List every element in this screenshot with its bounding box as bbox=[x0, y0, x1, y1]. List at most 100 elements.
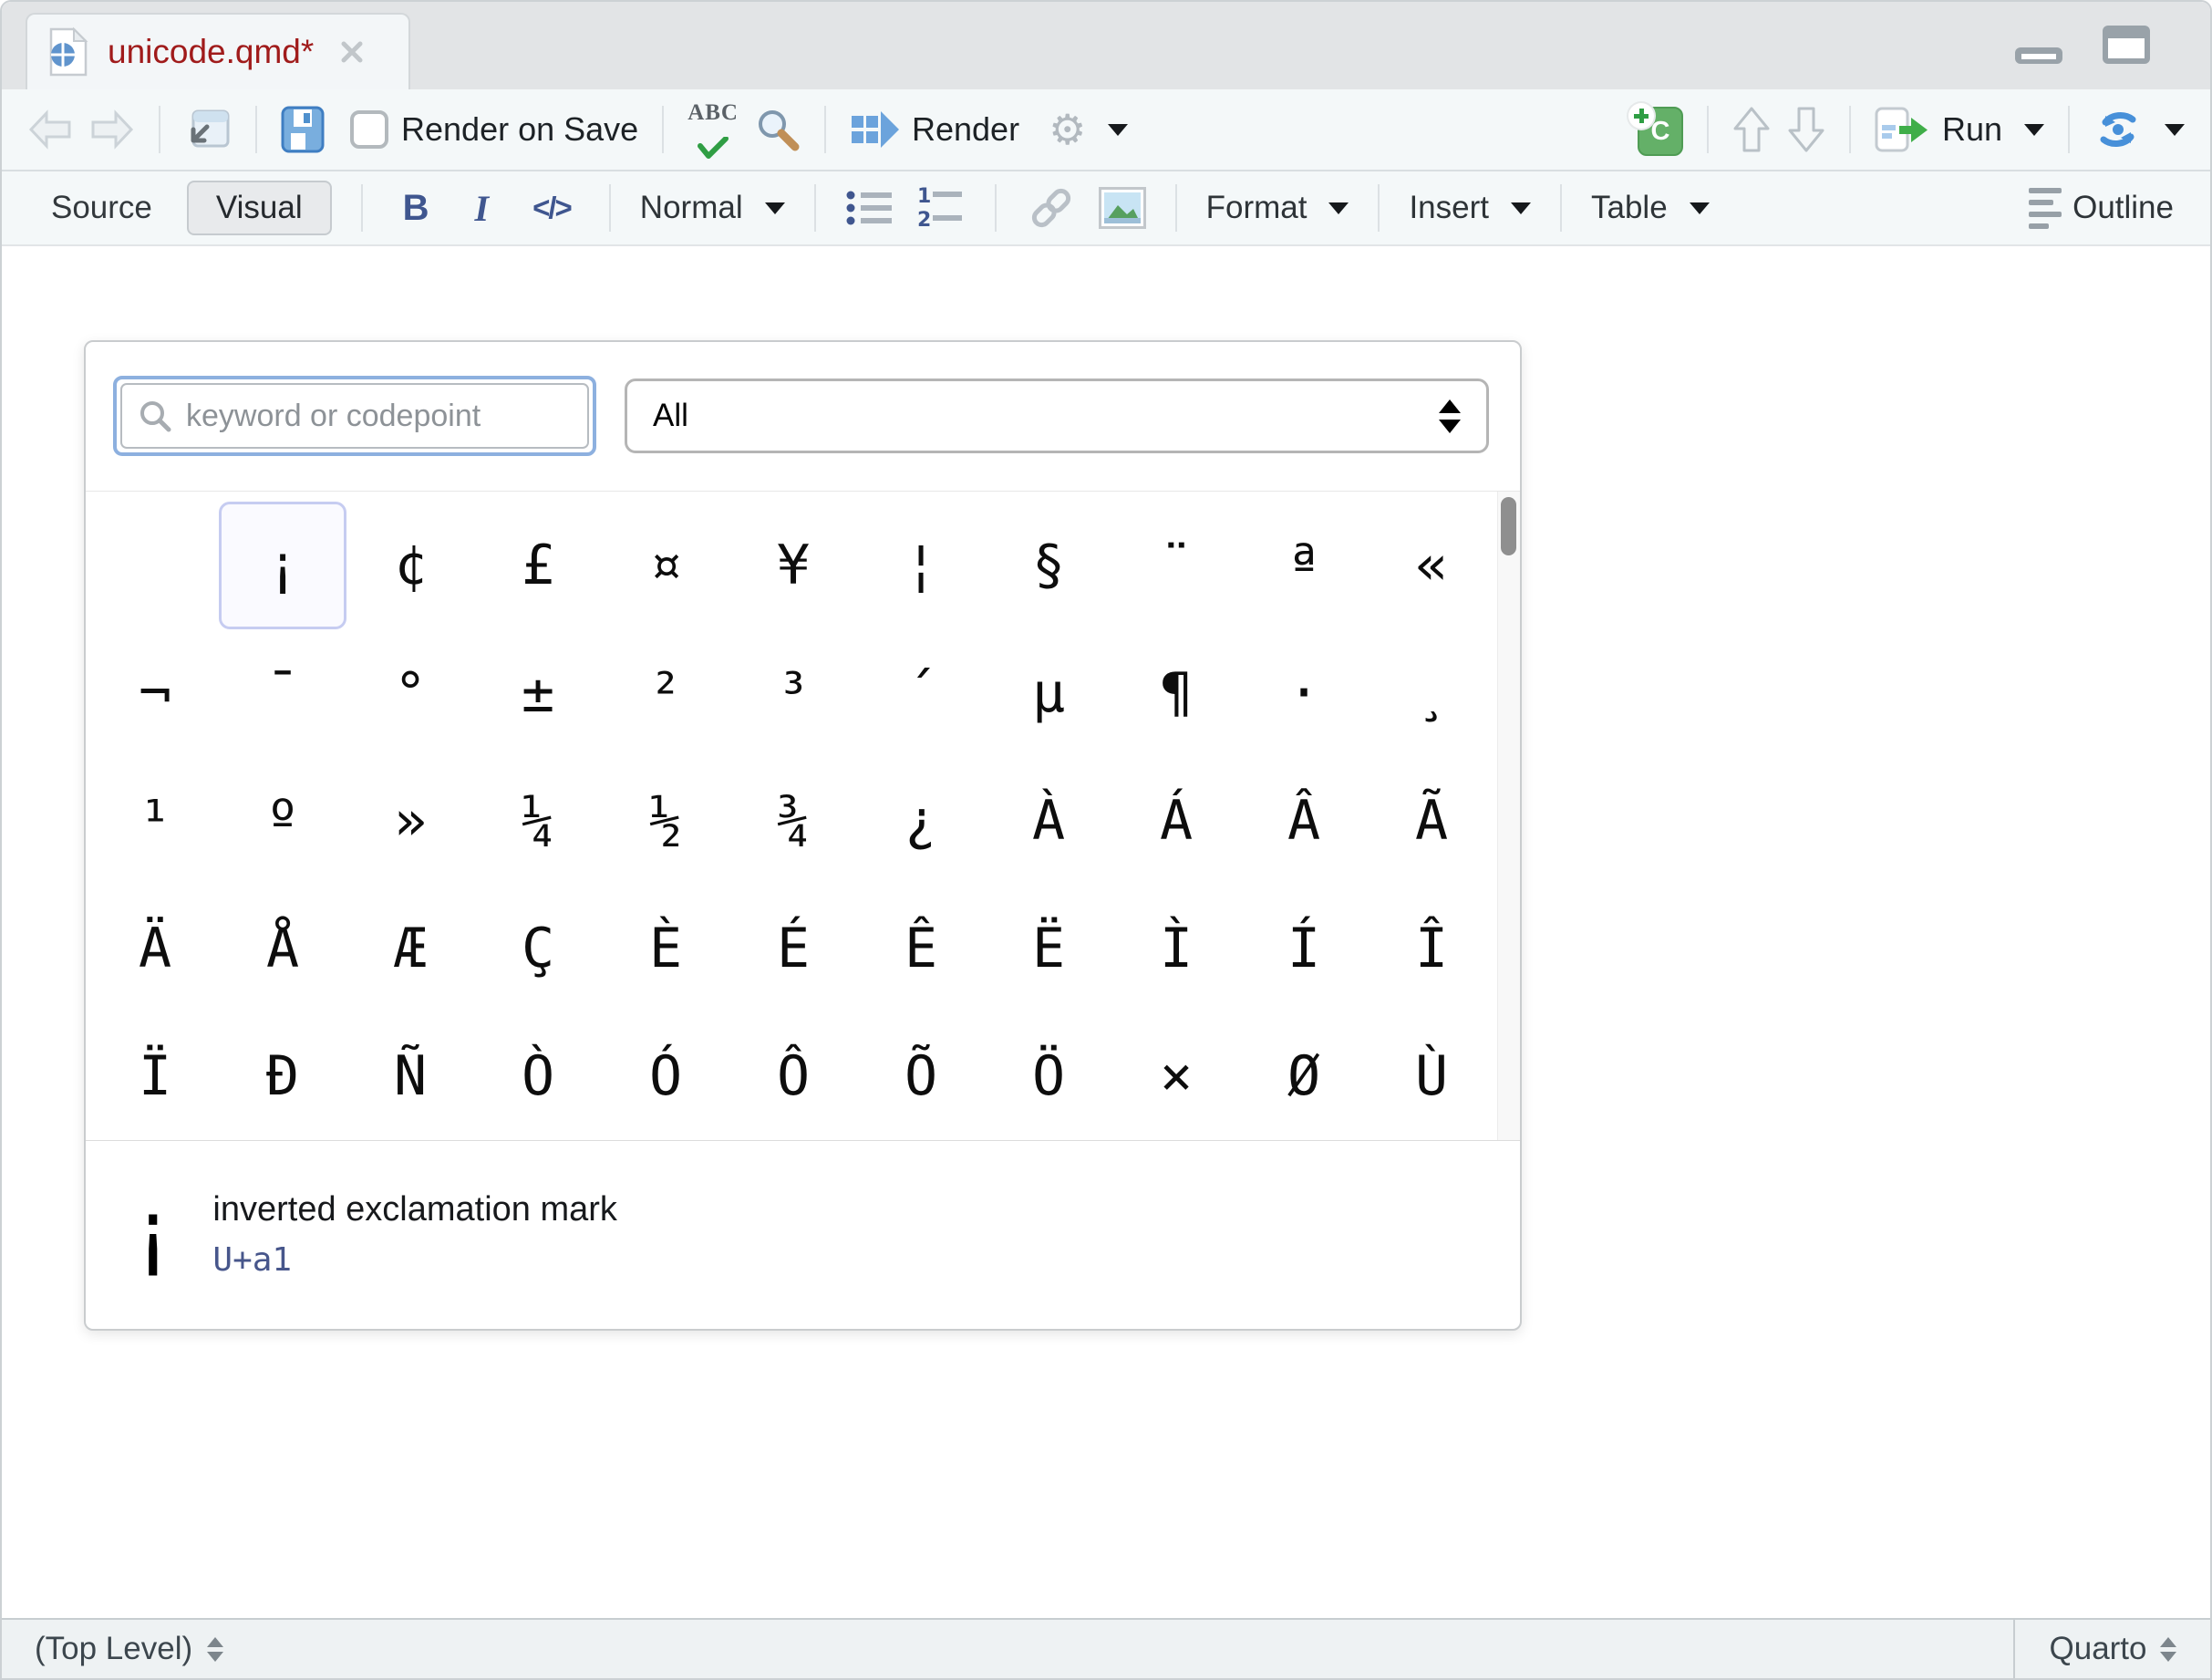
spellcheck-icon[interactable]: ABC bbox=[687, 101, 739, 159]
character-cell[interactable]: ¯ bbox=[219, 629, 346, 757]
symbol-category-select[interactable]: All bbox=[625, 379, 1489, 453]
character-cell[interactable]: ¨ bbox=[1112, 502, 1240, 629]
character-cell[interactable]: ¶ bbox=[1112, 629, 1240, 757]
open-in-new-window-icon[interactable] bbox=[184, 106, 232, 153]
character-cell[interactable]: µ bbox=[985, 629, 1112, 757]
visual-mode-button[interactable]: Visual bbox=[187, 181, 332, 235]
character-cell[interactable]: ½ bbox=[602, 757, 729, 885]
code-button[interactable]: </> bbox=[523, 191, 580, 225]
character-cell[interactable]: Ç bbox=[474, 885, 602, 1012]
character-cell[interactable]: » bbox=[346, 757, 474, 885]
symbol-search-input[interactable] bbox=[184, 398, 571, 435]
character-cell[interactable]: Ö bbox=[985, 1012, 1112, 1140]
character-cell[interactable]: ´ bbox=[857, 629, 985, 757]
scope-selector[interactable]: (Top Level) bbox=[2, 1620, 2013, 1678]
character-cell[interactable]: ² bbox=[602, 629, 729, 757]
run-button[interactable]: Run bbox=[1875, 107, 2044, 152]
character-cell[interactable]: Á bbox=[1112, 757, 1240, 885]
insert-chunk-icon[interactable]: C bbox=[1628, 103, 1683, 156]
character-cell[interactable]: × bbox=[1112, 1012, 1240, 1140]
paragraph-style-dropdown[interactable]: Normal bbox=[640, 190, 785, 226]
italic-button[interactable]: I bbox=[462, 187, 502, 230]
rerun-button[interactable] bbox=[2093, 108, 2185, 151]
status-bar: (Top Level) Quarto bbox=[2, 1618, 2210, 1678]
bullet-list-button[interactable] bbox=[845, 188, 894, 228]
render-options-button[interactable]: ⚙ bbox=[1049, 109, 1128, 150]
character-cell[interactable]: Í bbox=[1240, 885, 1368, 1012]
grid-scrollbar[interactable] bbox=[1497, 492, 1520, 1140]
character-cell[interactable]: ¾ bbox=[729, 757, 857, 885]
render-on-save-checkbox[interactable]: Render on Save bbox=[350, 110, 638, 149]
character-cell[interactable]: Ë bbox=[985, 885, 1112, 1012]
character-cell[interactable]: Ê bbox=[857, 885, 985, 1012]
character-cell[interactable]: Ã bbox=[1368, 757, 1495, 885]
character-cell[interactable]: ¥ bbox=[729, 502, 857, 629]
character-cell[interactable]: ³ bbox=[729, 629, 857, 757]
character-cell[interactable]: ¢ bbox=[346, 502, 474, 629]
character-cell[interactable]: ¡ bbox=[219, 502, 346, 629]
character-cell[interactable]: ° bbox=[346, 629, 474, 757]
source-mode-button[interactable]: Source bbox=[38, 190, 165, 226]
minimize-pane-icon[interactable] bbox=[2013, 24, 2064, 66]
character-cell[interactable]: Ù bbox=[1368, 1012, 1495, 1140]
character-cell[interactable]: ± bbox=[474, 629, 602, 757]
character-cell[interactable]: º bbox=[219, 757, 346, 885]
character-cell[interactable]: Ô bbox=[729, 1012, 857, 1140]
insert-menu[interactable]: Insert bbox=[1409, 190, 1531, 226]
separator bbox=[1707, 106, 1709, 153]
character-cell[interactable]: Ì bbox=[1112, 885, 1240, 1012]
character-cell[interactable]: § bbox=[985, 502, 1112, 629]
save-icon[interactable] bbox=[281, 106, 325, 153]
character-cell[interactable]: Å bbox=[219, 885, 346, 1012]
checkbox-unchecked[interactable] bbox=[350, 110, 388, 149]
character-cell[interactable]: £ bbox=[474, 502, 602, 629]
back-icon[interactable] bbox=[27, 109, 73, 150]
chevron-down-icon bbox=[2024, 124, 2044, 136]
character-cell[interactable]: ¤ bbox=[602, 502, 729, 629]
outline-toggle[interactable]: Outline bbox=[2029, 188, 2174, 229]
character-cell[interactable]: À bbox=[985, 757, 1112, 885]
numbered-list-button[interactable]: 1 2 bbox=[916, 186, 966, 230]
character-cell[interactable]: Õ bbox=[857, 1012, 985, 1140]
character-cell[interactable]: Â bbox=[1240, 757, 1368, 885]
character-cell[interactable]: Ø bbox=[1240, 1012, 1368, 1140]
character-cell[interactable]: Ï bbox=[91, 1012, 219, 1140]
character-cell[interactable] bbox=[91, 502, 219, 629]
character-cell[interactable]: Ó bbox=[602, 1012, 729, 1140]
character-cell[interactable]: ¸ bbox=[1368, 629, 1495, 757]
character-cell[interactable]: ¹ bbox=[91, 757, 219, 885]
bold-button[interactable]: B bbox=[392, 188, 440, 229]
format-menu[interactable]: Format bbox=[1206, 190, 1349, 226]
character-cell[interactable]: Î bbox=[1368, 885, 1495, 1012]
character-cell[interactable]: Ñ bbox=[346, 1012, 474, 1140]
scrollbar-thumb[interactable] bbox=[1501, 497, 1516, 555]
document-mode-selector[interactable]: Quarto bbox=[2013, 1620, 2210, 1678]
bullet-list-icon bbox=[845, 188, 894, 228]
link-button[interactable] bbox=[1026, 186, 1077, 230]
character-cell[interactable]: Ä bbox=[91, 885, 219, 1012]
character-cell[interactable]: · bbox=[1240, 629, 1368, 757]
character-cell[interactable]: ª bbox=[1240, 502, 1368, 629]
document-tab[interactable]: unicode.qmd* bbox=[26, 13, 410, 89]
character-cell[interactable]: ¼ bbox=[474, 757, 602, 885]
separator bbox=[662, 106, 664, 153]
character-cell[interactable]: « bbox=[1368, 502, 1495, 629]
character-cell[interactable]: È bbox=[602, 885, 729, 1012]
forward-icon[interactable] bbox=[89, 109, 135, 150]
character-cell[interactable]: Ð bbox=[219, 1012, 346, 1140]
image-button[interactable] bbox=[1099, 187, 1146, 229]
editor-canvas[interactable]: All ¡¢£¤¥¦§¨ª« ¬¯°±²³´µ¶·¸ ¹º»¼½¾¿ÀÁÂÃ ÄÅÆÇ… bbox=[2, 246, 2210, 1618]
render-button[interactable]: Render bbox=[850, 109, 1019, 150]
tab-close-icon[interactable] bbox=[339, 39, 365, 65]
character-cell[interactable]: Ò bbox=[474, 1012, 602, 1140]
character-cell[interactable]: ¬ bbox=[91, 629, 219, 757]
character-cell[interactable]: ¦ bbox=[857, 502, 985, 629]
previous-chunk-icon[interactable] bbox=[1732, 106, 1771, 153]
character-cell[interactable]: Æ bbox=[346, 885, 474, 1012]
maximize-pane-icon[interactable] bbox=[2101, 24, 2152, 66]
character-cell[interactable]: ¿ bbox=[857, 757, 985, 885]
table-menu[interactable]: Table bbox=[1591, 190, 1710, 226]
find-icon[interactable] bbox=[755, 107, 801, 152]
next-chunk-icon[interactable] bbox=[1787, 106, 1825, 153]
character-cell[interactable]: É bbox=[729, 885, 857, 1012]
